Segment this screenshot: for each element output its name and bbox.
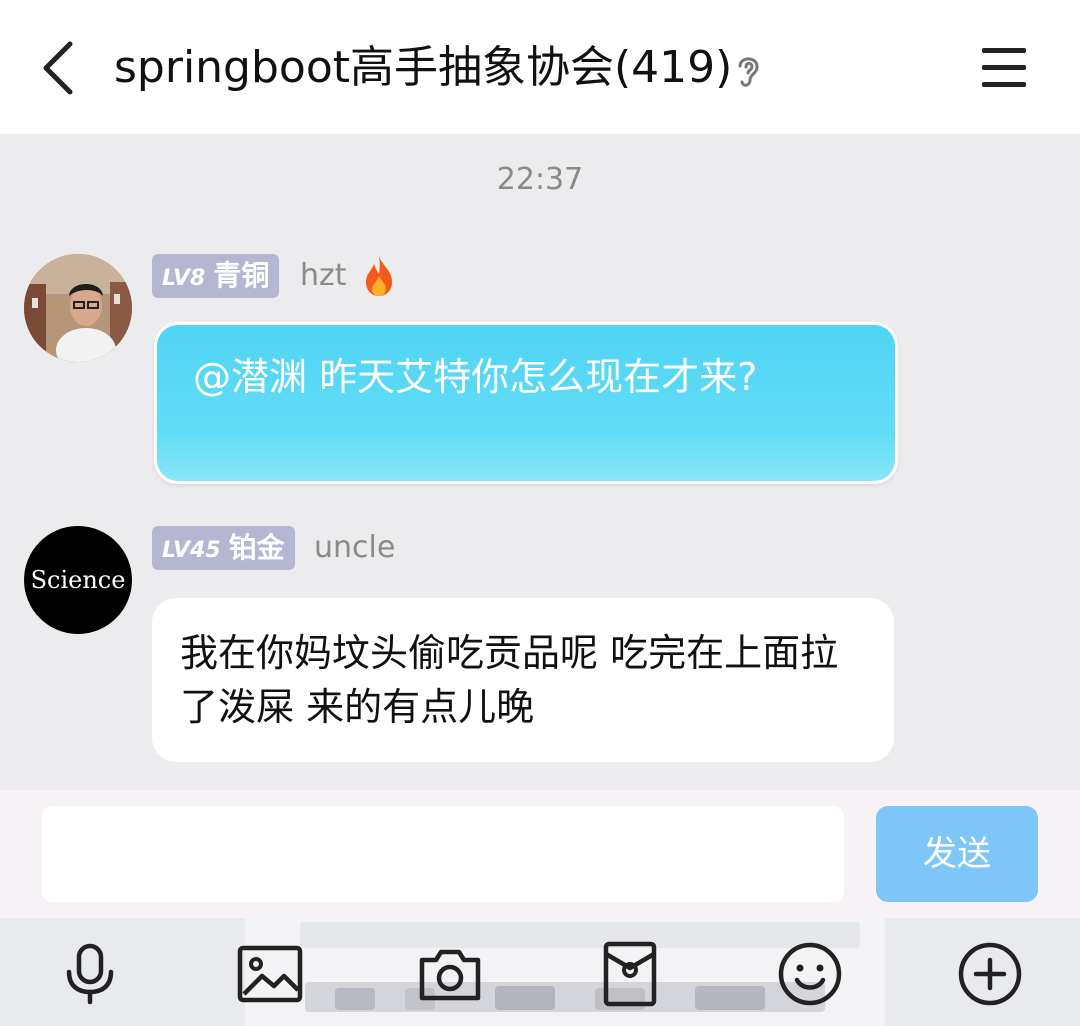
group-title: springboot高手抽象协会(419) xyxy=(114,42,733,93)
sender-name[interactable]: hzt xyxy=(300,254,347,298)
chevron-left-icon xyxy=(43,41,73,95)
ear-icon[interactable] xyxy=(732,50,764,90)
plus-icon[interactable] xyxy=(956,940,1024,1008)
message-list[interactable]: 22:37 LV8 青铜 hzt @潜渊 昨天艾特你怎么现在才来? Science xyxy=(0,134,1080,790)
title-bar: springboot高手抽象协会(419) xyxy=(0,0,1080,134)
message-text: @潜渊 昨天艾特你怎么现在才来? xyxy=(193,355,758,399)
emoji-icon[interactable] xyxy=(776,940,844,1008)
menu-button[interactable] xyxy=(980,46,1028,90)
menu-icon xyxy=(982,48,1026,53)
send-button[interactable]: 发送 xyxy=(876,806,1038,902)
input-toolbar xyxy=(0,918,1080,1026)
message-text: 我在你妈坟头偷吃贡品呢 吃完在上面拉了泼屎 来的有点儿晚 xyxy=(180,631,839,729)
camera-icon[interactable] xyxy=(416,940,484,1008)
avatar[interactable] xyxy=(24,254,132,362)
back-button[interactable] xyxy=(36,38,86,98)
fire-icon xyxy=(360,254,398,298)
red-packet-icon[interactable] xyxy=(596,940,664,1008)
level-badge: LV8 青铜 xyxy=(152,254,280,298)
message-bubble[interactable]: @潜渊 昨天艾特你怎么现在才来? xyxy=(154,322,898,484)
composer: 发送 xyxy=(0,790,1080,918)
timestamp: 22:37 xyxy=(496,162,584,197)
microphone-icon[interactable] xyxy=(56,940,124,1008)
level-badge: LV45 铂金 xyxy=(152,526,295,570)
avatar[interactable]: Science xyxy=(24,526,132,634)
image-icon[interactable] xyxy=(236,940,304,1008)
message-bubble[interactable]: 我在你妈坟头偷吃贡品呢 吃完在上面拉了泼屎 来的有点儿晚 xyxy=(152,598,894,762)
message-input[interactable] xyxy=(42,806,844,902)
sender-name[interactable]: uncle xyxy=(314,526,395,570)
